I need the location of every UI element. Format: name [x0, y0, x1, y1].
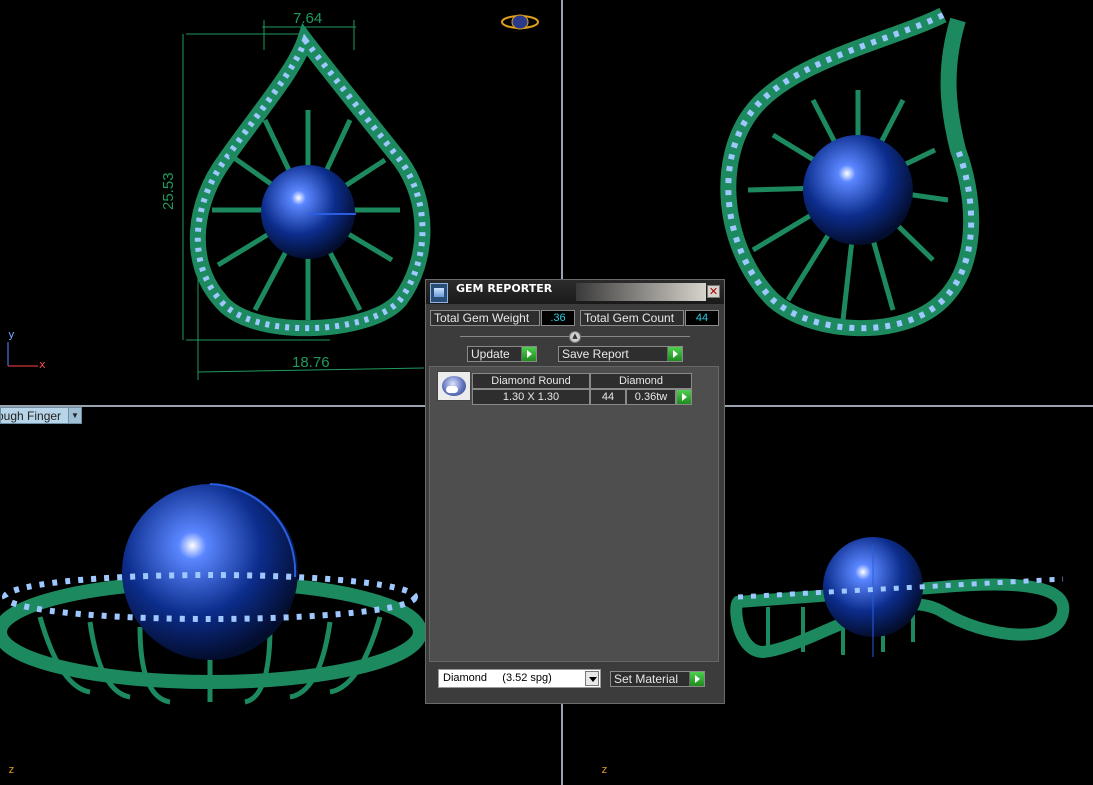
axis-z-label: z — [8, 763, 15, 776]
save-report-button-label: Save Report — [562, 347, 629, 361]
close-icon[interactable]: ✕ — [707, 285, 720, 298]
play-arrow-icon — [667, 347, 682, 361]
play-arrow-icon — [677, 390, 691, 404]
panel-title: GEM REPORTER — [456, 282, 553, 295]
gem-row-go-button[interactable] — [676, 389, 692, 405]
update-button-label: Update — [471, 347, 510, 361]
play-arrow-icon — [689, 672, 704, 686]
total-gem-count-value: 44 — [685, 310, 719, 326]
chevron-down-icon[interactable]: ▼ — [68, 408, 81, 423]
titlebar-gradient — [576, 283, 706, 301]
view-mode-label: ough Finger — [0, 408, 62, 423]
gem-weight-cell: 0.36tw — [626, 389, 676, 405]
set-material-button[interactable]: Set Material — [610, 671, 705, 687]
gem-reporter-titlebar[interactable]: GEM REPORTER ✕ — [426, 280, 724, 304]
total-gem-count-label: Total Gem Count — [580, 310, 684, 326]
total-gem-weight-value: .36 — [541, 310, 575, 326]
view-cube-icon[interactable] — [500, 12, 540, 32]
gem-list: Diamond Round Diamond 1.30 X 1.30 44 0.3… — [429, 366, 719, 662]
save-report-button[interactable]: Save Report — [558, 346, 683, 362]
axis-z-label-right: z — [601, 763, 608, 776]
gem-material-header: Diamond — [590, 373, 692, 389]
material-select[interactable]: Diamond (3.52 spg) — [438, 669, 601, 688]
total-gem-weight-label: Total Gem Weight — [430, 310, 540, 326]
gem-size-cell: 1.30 X 1.30 — [472, 389, 590, 405]
collapse-toggle-icon[interactable]: ▲ — [569, 331, 581, 343]
axis-x-label: x — [39, 358, 46, 371]
material-select-value: Diamond (3.52 spg) — [443, 672, 552, 684]
set-material-button-label: Set Material — [614, 672, 679, 686]
chevron-down-icon[interactable] — [585, 671, 599, 686]
gem-cut-header: Diamond Round — [472, 373, 590, 389]
diamond-round-thumbnail-icon — [437, 371, 471, 401]
view-mode-dropdown[interactable]: ough Finger ▼ — [0, 407, 82, 424]
gem-reporter-panel: GEM REPORTER ✕ Total Gem Weight .36 Tota… — [425, 279, 725, 704]
axis-y-label: y — [8, 328, 15, 341]
dimension-width-bottom: 18.76 — [292, 354, 330, 371]
dimension-width-top: 7.64 — [293, 10, 323, 27]
play-arrow-icon — [521, 347, 536, 361]
gem-count-cell: 44 — [590, 389, 626, 405]
dimension-height: 25.53 — [160, 172, 177, 210]
update-button[interactable]: Update — [467, 346, 537, 362]
gem-reporter-app-icon — [430, 283, 448, 303]
